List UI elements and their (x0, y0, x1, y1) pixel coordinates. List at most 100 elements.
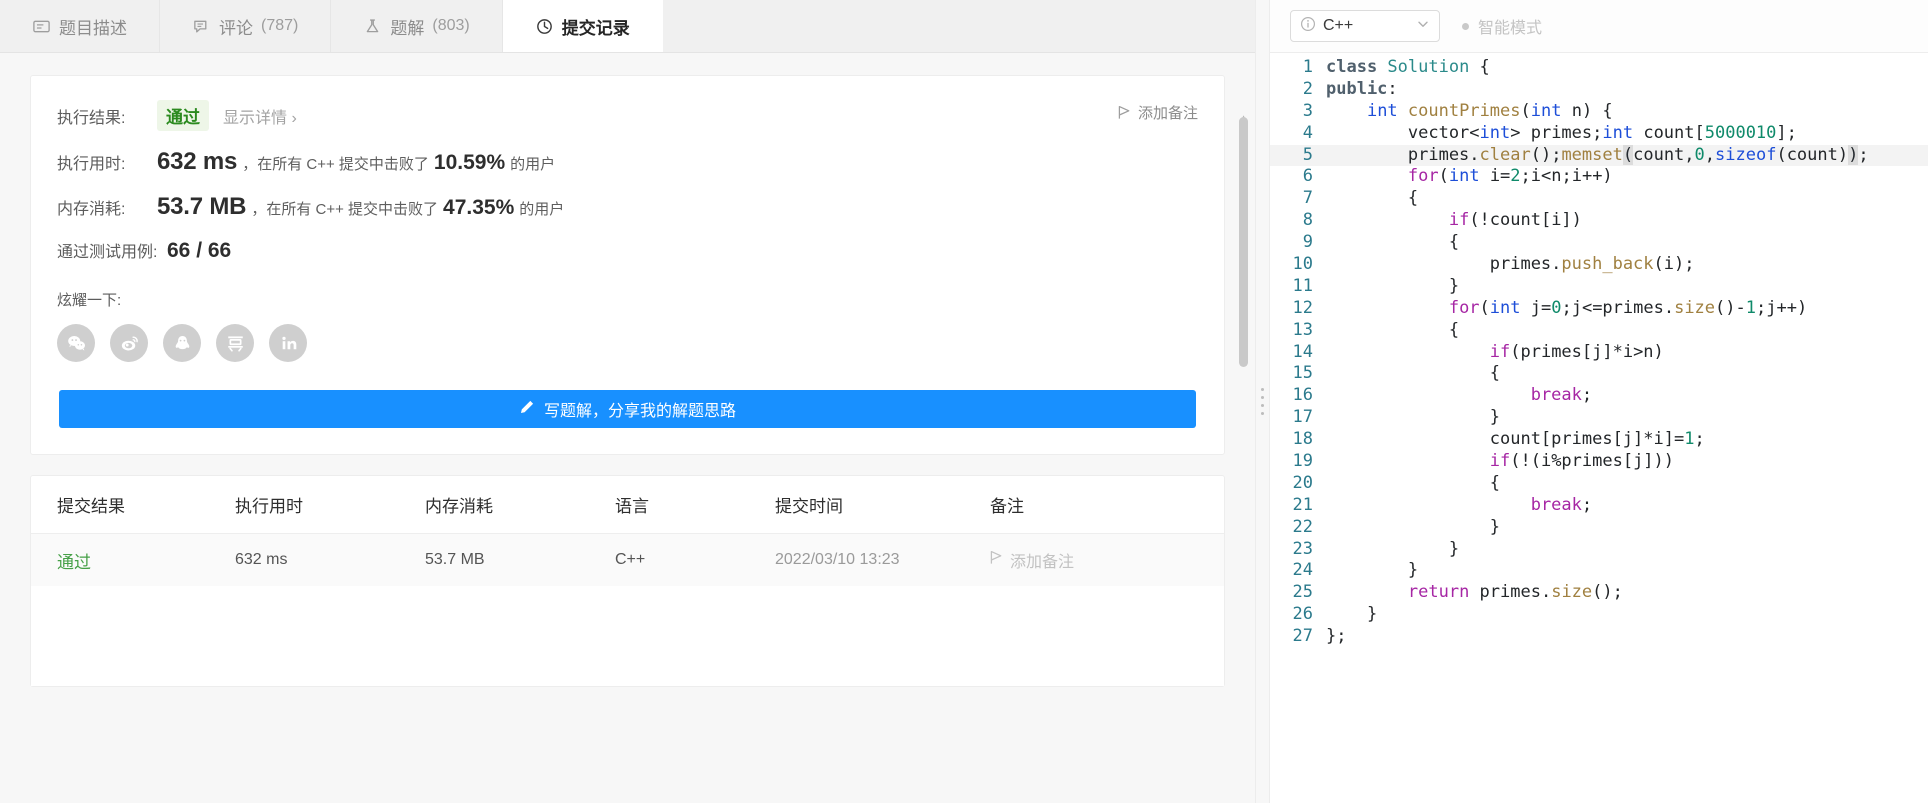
code-text: if(primes[j]*i>n) (1326, 342, 1664, 364)
douban-icon[interactable] (216, 324, 254, 362)
code-line[interactable]: 2 public: (1270, 79, 1928, 101)
panel-resize-handle[interactable] (1255, 0, 1269, 803)
code-text: primes.push_back(i); (1326, 254, 1695, 276)
wechat-icon[interactable] (57, 324, 95, 362)
code-token: ; (1581, 494, 1593, 515)
code-line[interactable]: 4 vector<int> primes;int count[5000010]; (1270, 123, 1928, 145)
weibo-icon[interactable] (110, 324, 148, 362)
row-memory: 53.7 MB (425, 551, 485, 568)
code-token: ;j++) (1756, 297, 1808, 318)
table-row[interactable]: 通过 632 ms 53.7 MB C++ 2022/03/10 13:23 添… (31, 534, 1224, 586)
code-text: break; (1326, 495, 1592, 517)
code-line[interactable]: 10 primes.push_back(i); (1270, 254, 1928, 276)
write-solution-button[interactable]: 写题解，分享我的解题思路 (59, 390, 1196, 428)
runtime-percentile: 10.59% (433, 151, 506, 174)
code-token: { (1326, 319, 1460, 340)
line-number: 10 (1292, 254, 1313, 275)
language-select[interactable]: C++ (1290, 10, 1440, 42)
code-line[interactable]: 26 } (1270, 604, 1928, 626)
line-number: 15 (1292, 363, 1313, 384)
chevron-down-icon (1416, 17, 1430, 36)
tab-label: 题目描述 (59, 18, 127, 38)
code-line[interactable]: 27}; (1270, 626, 1928, 648)
code-line[interactable]: 13 { (1270, 320, 1928, 342)
code-line[interactable]: 6 for(int i=2;i<n;i++) (1270, 166, 1928, 188)
code-line[interactable]: 18 count[primes[j]*i]=1; (1270, 429, 1928, 451)
code-line[interactable]: 5 primes.clear();memset(count,0,sizeof(c… (1270, 144, 1928, 167)
tab-comments[interactable]: 评论 (787) (160, 0, 332, 52)
code-line[interactable]: 25 return primes.size(); (1270, 582, 1928, 604)
code-token: break (1530, 385, 1582, 406)
code-token: ( (1479, 297, 1490, 318)
code-line[interactable]: 17 } (1270, 407, 1928, 429)
code-token: return (1407, 582, 1470, 603)
code-text: if(!count[i]) (1326, 210, 1582, 232)
line-number: 13 (1292, 319, 1313, 340)
result-label: 执行结果: (57, 110, 126, 127)
code-token: size (1551, 582, 1593, 603)
code-line[interactable]: 15 { (1270, 363, 1928, 385)
tab-label: 评论 (219, 18, 253, 38)
code-line[interactable]: 22 } (1270, 517, 1928, 539)
code-line[interactable]: 14 if(primes[j]*i>n) (1270, 342, 1928, 364)
code-line[interactable]: 8 if(!count[i]) (1270, 210, 1928, 232)
code-token: ]; (1776, 122, 1797, 143)
code-editor[interactable]: 1 class Solution {2 public: 3 int countPrim… (1270, 53, 1928, 803)
code-line[interactable]: 24 } (1270, 560, 1928, 582)
left-vertical-scrollbar[interactable] (1239, 117, 1248, 803)
code-line[interactable]: 12 for(int j=0;j<=primes.size()-1;j++) (1270, 298, 1928, 320)
code-text: for(int j=0;j<=primes.size()-1;j++) (1326, 298, 1807, 320)
runtime-label: 执行用时: (57, 156, 126, 173)
code-token: for (1407, 166, 1439, 187)
code-token: vector< (1326, 122, 1480, 143)
code-line[interactable]: 3 int countPrimes(int n) { (1270, 101, 1928, 123)
code-text: public: (1326, 79, 1398, 101)
linkedin-icon[interactable] (269, 324, 307, 362)
code-text: { (1326, 320, 1459, 342)
tab-description[interactable]: 题目描述 (0, 0, 160, 52)
show-detail-link[interactable]: 显示详情 › (223, 104, 297, 128)
qq-icon[interactable] (163, 324, 201, 362)
code-token: int (1530, 100, 1562, 121)
code-line[interactable]: 21 break; (1270, 495, 1928, 517)
code-token: countPrimes (1407, 100, 1521, 121)
tab-submissions[interactable]: 提交记录 (502, 0, 663, 52)
row-note[interactable]: 添加备注 (986, 548, 1224, 572)
code-line[interactable]: 9 { (1270, 232, 1928, 254)
code-token: count[primes[j]*i]= (1326, 429, 1685, 450)
th-memory: 内存消耗 (425, 497, 493, 516)
flag-icon (990, 550, 1003, 570)
code-token: } (1326, 538, 1460, 559)
code-token: ; (1858, 144, 1869, 165)
code-token: int (1489, 297, 1521, 318)
add-note-cell[interactable]: 添加备注 (990, 548, 1220, 572)
comment-icon (192, 17, 211, 36)
code-line[interactable]: 7 { (1270, 188, 1928, 210)
smart-mode-toggle[interactable]: 智能模式 (1462, 14, 1542, 38)
tab-solutions[interactable]: 题解 (803) (331, 0, 503, 52)
code-token: (!count[i]) (1469, 210, 1582, 231)
code-token: int (1448, 166, 1480, 187)
line-number: 22 (1292, 516, 1313, 537)
tab-label: 题解 (390, 18, 425, 38)
code-token: ;j<=primes. (1561, 297, 1675, 318)
code-line[interactable]: 20 { (1270, 473, 1928, 495)
code-text: return primes.size(); (1326, 582, 1623, 604)
line-number: 24 (1292, 560, 1313, 581)
row-result[interactable]: 通过 (31, 548, 231, 573)
th-language: 语言 (615, 497, 649, 516)
code-line[interactable]: 23 } (1270, 539, 1928, 561)
pencil-icon (519, 399, 535, 420)
add-note-button-top[interactable]: 添加备注 (1118, 102, 1198, 123)
code-line[interactable]: 11 } (1270, 276, 1928, 298)
code-line[interactable]: 1 class Solution { (1270, 57, 1928, 79)
code-line[interactable]: 19 if(!(i%primes[j])) (1270, 451, 1928, 473)
code-token: { (1326, 188, 1419, 209)
scrollbar-thumb[interactable] (1239, 117, 1248, 367)
code-line[interactable]: 16 break; (1270, 385, 1928, 407)
scrollbar-track[interactable] (1239, 117, 1248, 803)
